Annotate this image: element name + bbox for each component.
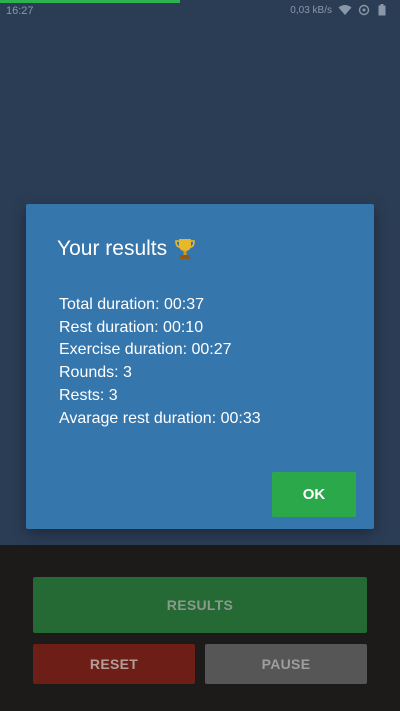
status-time: 16:27: [6, 5, 34, 17]
reset-button[interactable]: RESET: [33, 644, 195, 684]
trophy-icon: [175, 238, 195, 260]
battery-icon: [378, 4, 392, 16]
ok-button[interactable]: OK: [272, 472, 356, 517]
progress-indicator: [0, 0, 180, 3]
result-exercise-duration: Exercise duration: 00:27: [59, 341, 232, 359]
dialog-title: Your results: [57, 237, 195, 261]
results-dialog: Your results Total duration: 00:37 Rest …: [26, 204, 374, 529]
status-bar: 16:27 0,03 kB/s: [0, 0, 400, 22]
result-rounds: Rounds: 3: [59, 364, 132, 382]
result-average-rest-duration: Avarage rest duration: 00:33: [59, 409, 261, 427]
result-total-duration: Total duration: 00:37: [59, 296, 204, 313]
control-panel: RESULTS RESET PAUSE: [0, 545, 400, 711]
result-rests: Rests: 3: [59, 386, 118, 404]
pause-button[interactable]: PAUSE: [205, 644, 367, 684]
dialog-title-text: Your results: [57, 237, 168, 260]
sync-icon: [358, 4, 372, 16]
network-speed: 0,03 kB/s: [290, 4, 332, 16]
results-list: Total duration: 00:37 Rest duration: 00:…: [59, 294, 349, 430]
result-rest-duration: Rest duration: 00:10: [59, 318, 204, 336]
status-right: 0,03 kB/s: [290, 4, 392, 16]
results-button[interactable]: RESULTS: [33, 577, 367, 633]
wifi-icon: [338, 4, 352, 16]
